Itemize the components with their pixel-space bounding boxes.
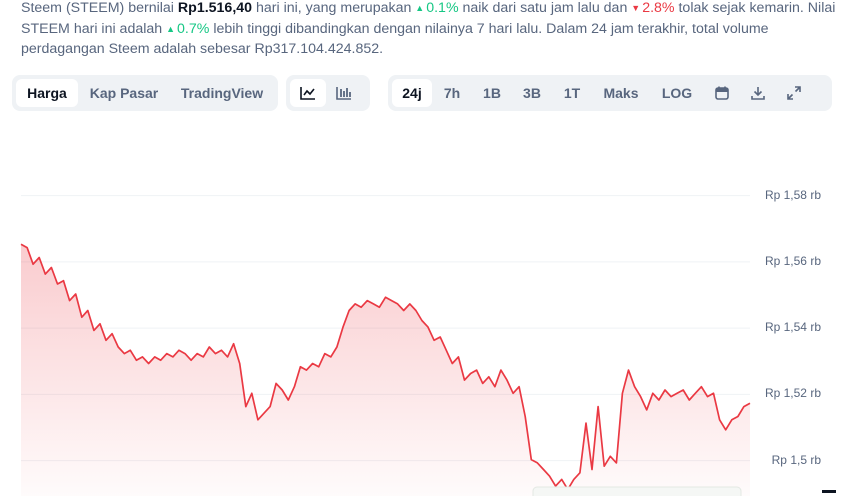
y-axis-tick-label: Rp 1,52 rb: [764, 386, 821, 401]
y-axis-tick-label: Rp 1,58 rb: [764, 187, 821, 202]
y-axis-tick-label: Rp 1,5 rb: [771, 452, 821, 467]
price-area-fill: [21, 244, 750, 496]
scroll-handle[interactable]: [822, 490, 836, 493]
y-axis-tick-label: Rp 1,56 rb: [764, 253, 821, 268]
tooltip-edge: [532, 486, 742, 496]
price-chart: [20, 195, 836, 496]
y-axis-tick-label: Rp 1,54 rb: [764, 320, 821, 335]
